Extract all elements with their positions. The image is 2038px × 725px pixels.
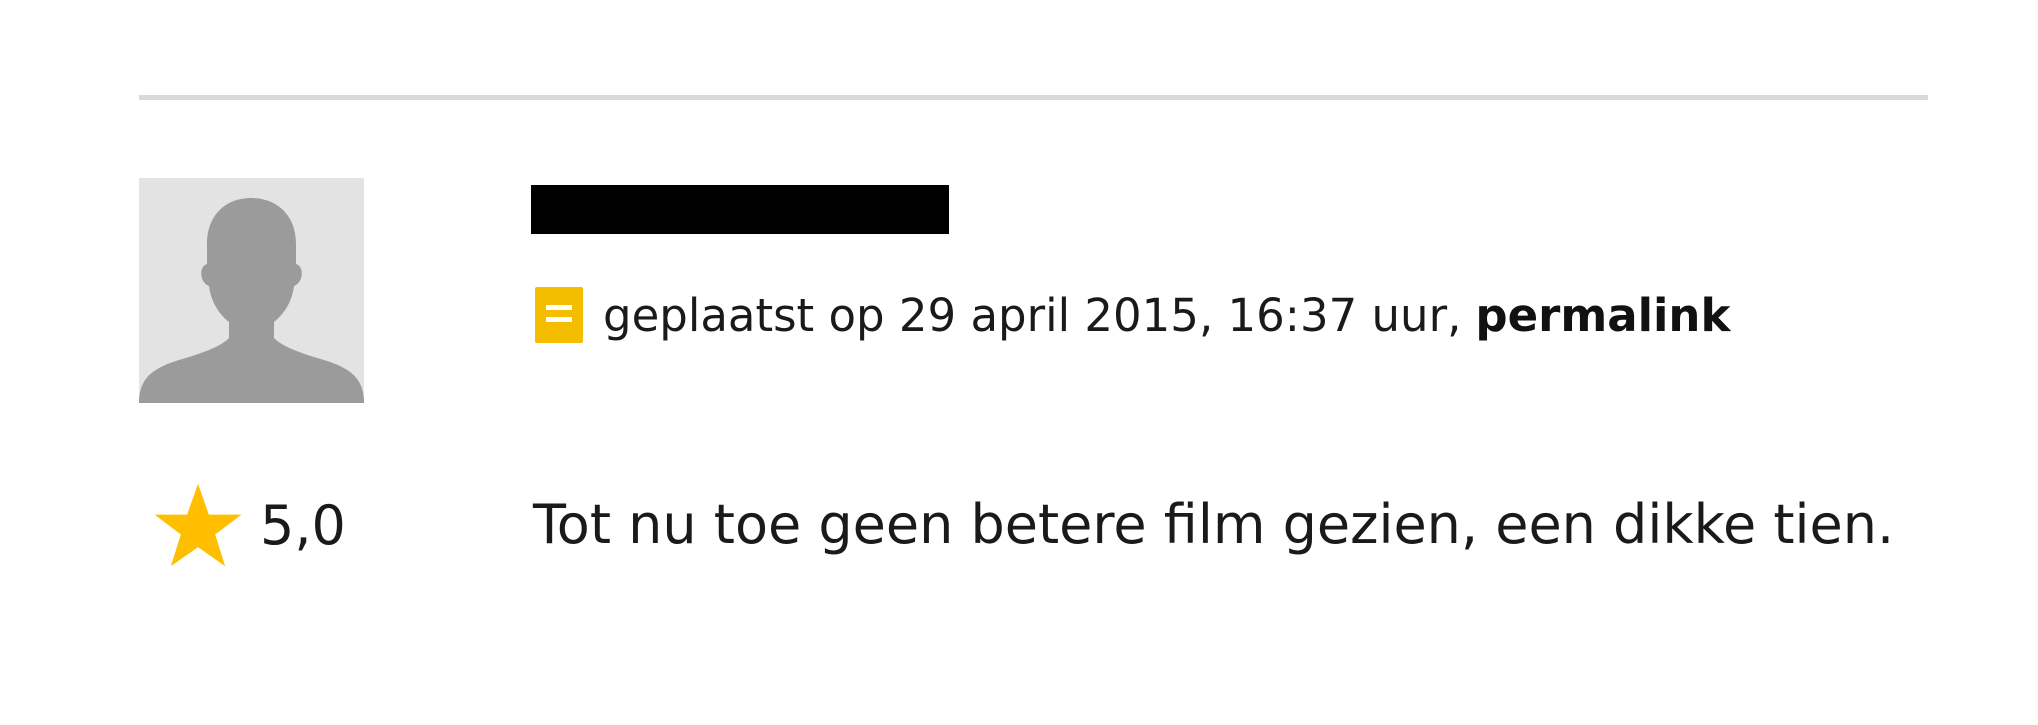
- username-redaction: [531, 185, 949, 234]
- permalink-link[interactable]: permalink: [1475, 289, 1730, 342]
- user-silhouette-icon: [139, 178, 364, 403]
- section-divider: [139, 95, 1928, 100]
- avatar[interactable]: [139, 178, 364, 403]
- review-text: Tot nu toe geen betere film gezien, een …: [533, 493, 1895, 556]
- star-icon: [154, 483, 242, 567]
- rating-value: 5,0: [260, 493, 346, 557]
- posted-date: geplaatst op 29 april 2015, 16:37 uur,: [603, 288, 1462, 342]
- post-meta: geplaatst op 29 april 2015, 16:37 uur, p…: [535, 285, 1730, 345]
- note-icon: [535, 287, 583, 343]
- rating: 5,0: [152, 482, 346, 568]
